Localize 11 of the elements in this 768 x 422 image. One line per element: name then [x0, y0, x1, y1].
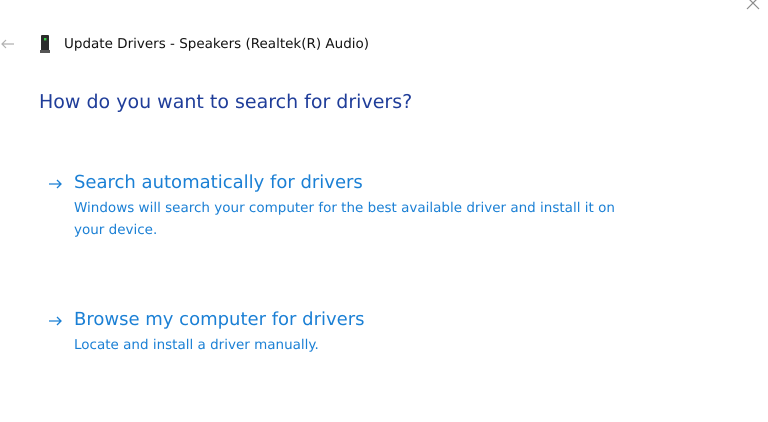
window-title: Update Drivers - Speakers (Realtek(R) Audio) [64, 36, 370, 52]
arrow-icon [48, 179, 62, 189]
speaker-device-icon [40, 35, 50, 53]
back-arrow-icon[interactable] [1, 39, 15, 49]
option-link[interactable]: Search automatically for drivers [74, 172, 634, 193]
page-heading: How do you want to search for drivers? [39, 91, 414, 113]
option-description: Windows will search your computer for the best available driver and install it on your device. [74, 199, 616, 240]
option-link[interactable]: Browse my computer for drivers [74, 309, 634, 330]
option-description: Locate and install a driver manually. [74, 336, 320, 355]
close-icon[interactable] [746, 0, 760, 10]
arrow-icon [48, 316, 62, 326]
